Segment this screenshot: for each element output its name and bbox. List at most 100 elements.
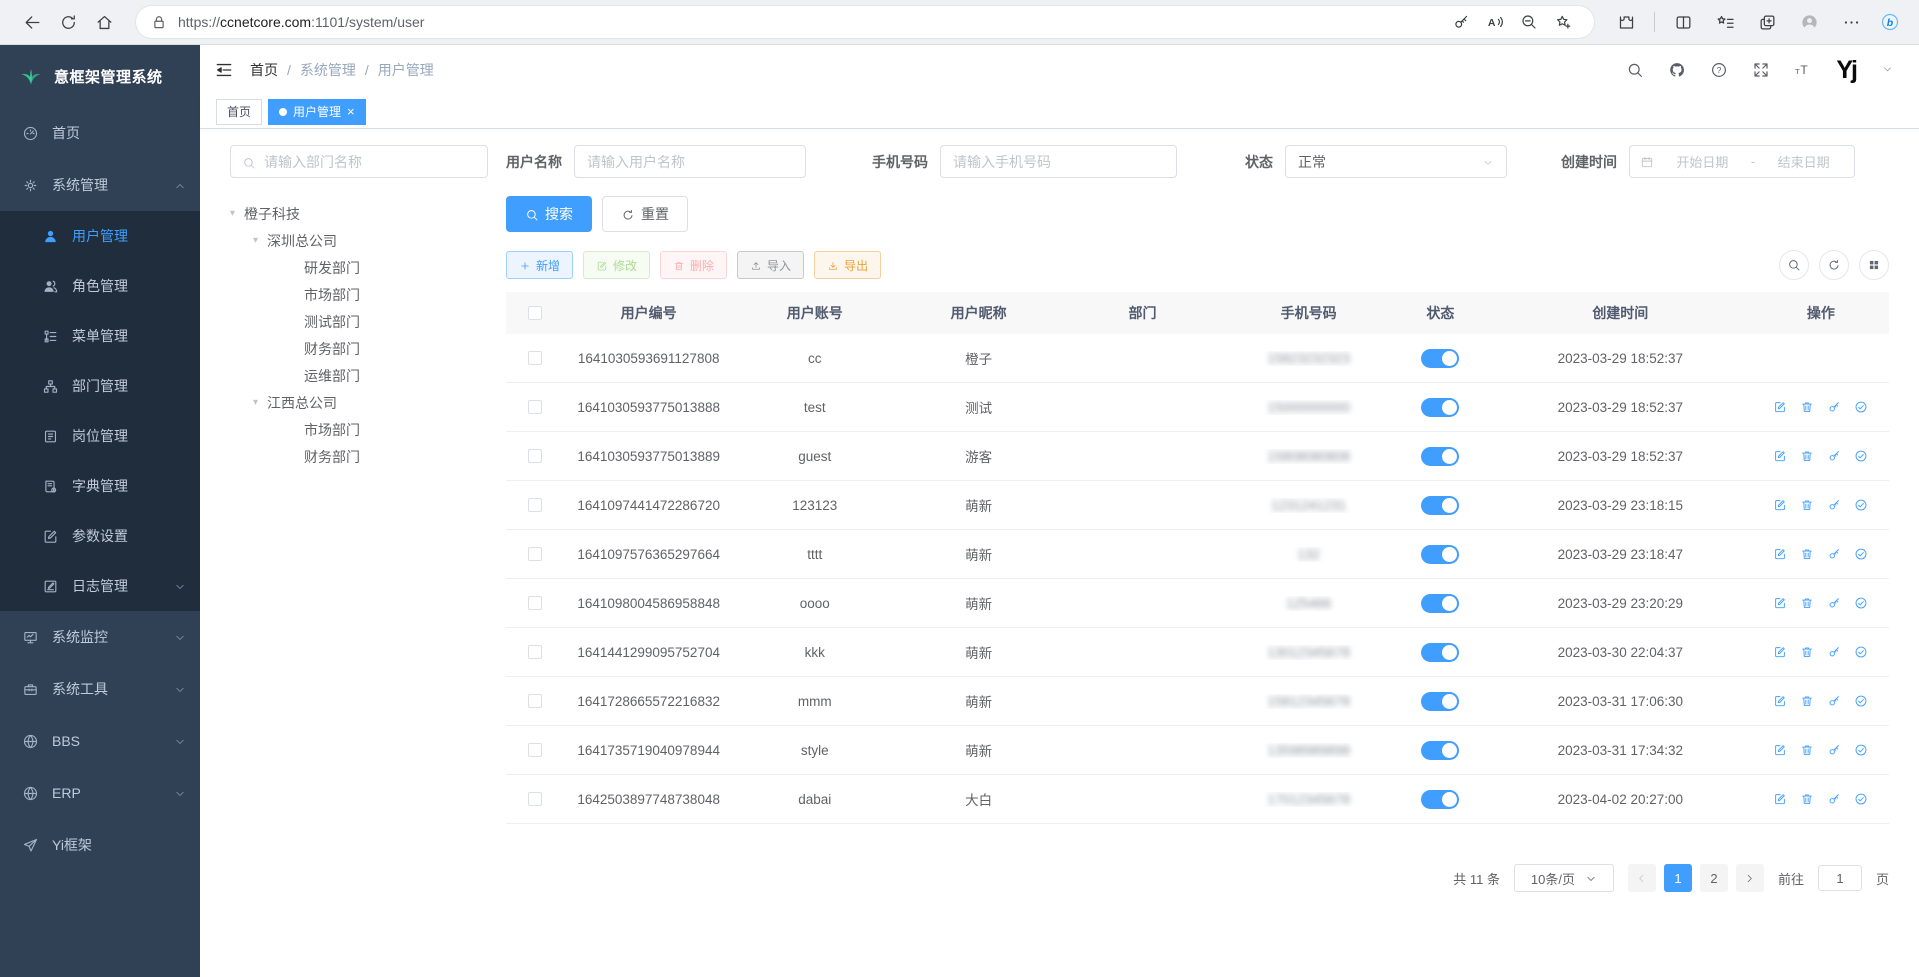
edit-button[interactable]: 修改 — [583, 251, 650, 279]
delete-icon[interactable] — [1800, 547, 1814, 561]
caret-down-icon[interactable]: ▾ — [230, 208, 244, 219]
sidebar-item-system-monitor[interactable]: 系统监控 — [0, 611, 200, 663]
column-header-check[interactable] — [506, 306, 564, 320]
github-icon[interactable] — [1668, 61, 1686, 79]
date-range-picker[interactable]: 开始日期 - 结束日期 — [1629, 145, 1855, 178]
assign-role-icon[interactable] — [1854, 498, 1868, 512]
page-size-select[interactable]: 10条/页 — [1514, 864, 1614, 892]
delete-icon[interactable] — [1800, 694, 1814, 708]
row-checkbox[interactable] — [528, 645, 542, 659]
tree-node[interactable]: 运维部门 — [230, 362, 488, 389]
row-checkbox[interactable] — [528, 596, 542, 610]
row-checkbox[interactable] — [528, 351, 542, 365]
page-button-2[interactable]: 2 — [1700, 864, 1728, 892]
edit-icon[interactable] — [1773, 743, 1787, 757]
status-toggle[interactable] — [1421, 594, 1459, 613]
delete-icon[interactable] — [1800, 449, 1814, 463]
row-checkbox[interactable] — [528, 694, 542, 708]
read-aloud-icon[interactable]: A — [1478, 7, 1512, 37]
tree-node[interactable]: ▾江西总公司 — [230, 389, 488, 416]
edit-icon[interactable] — [1773, 449, 1787, 463]
delete-icon[interactable] — [1800, 645, 1814, 659]
sidebar-item-home[interactable]: 首页 — [0, 107, 200, 159]
import-button[interactable]: 导入 — [737, 251, 804, 279]
sidebar-item-erp[interactable]: ERP — [0, 767, 200, 819]
breadcrumb-home[interactable]: 首页 — [250, 60, 278, 80]
close-icon[interactable]: × — [347, 105, 355, 118]
collections-icon[interactable] — [1707, 5, 1743, 39]
export-button[interactable]: 导出 — [814, 251, 881, 279]
app-logo[interactable]: 意框架管理系统 — [0, 45, 200, 107]
status-toggle[interactable] — [1421, 545, 1459, 564]
show-search-toggle-button[interactable] — [1779, 250, 1809, 280]
reset-button[interactable]: 重置 — [602, 196, 688, 232]
username-input[interactable] — [574, 145, 806, 178]
status-toggle[interactable] — [1421, 496, 1459, 515]
sidebar-item-dept-mgmt[interactable]: 部门管理 — [0, 361, 200, 411]
edit-icon[interactable] — [1773, 498, 1787, 512]
row-checkbox[interactable] — [528, 498, 542, 512]
status-select[interactable]: 正常 — [1285, 145, 1507, 178]
chevron-down-icon[interactable] — [1882, 61, 1893, 79]
delete-icon[interactable] — [1800, 498, 1814, 512]
caret-down-icon[interactable]: ▾ — [253, 235, 267, 246]
delete-icon[interactable] — [1800, 743, 1814, 757]
tree-node[interactable]: 市场部门 — [230, 416, 488, 443]
sidebar-item-param-settings[interactable]: 参数设置 — [0, 511, 200, 561]
tree-node[interactable]: 研发部门 — [230, 254, 488, 281]
row-checkbox[interactable] — [528, 743, 542, 757]
split-screen-icon[interactable] — [1665, 5, 1701, 39]
status-toggle[interactable] — [1421, 643, 1459, 662]
assign-role-icon[interactable] — [1854, 645, 1868, 659]
help-icon[interactable]: ? — [1710, 61, 1728, 79]
browser-reload-button[interactable] — [50, 5, 86, 39]
tree-node[interactable]: 测试部门 — [230, 308, 488, 335]
tree-node[interactable]: ▾深圳总公司 — [230, 227, 488, 254]
assign-role-icon[interactable] — [1854, 792, 1868, 806]
edit-icon[interactable] — [1773, 645, 1787, 659]
status-toggle[interactable] — [1421, 741, 1459, 760]
select-all-checkbox[interactable] — [528, 306, 542, 320]
sidebar-item-bbs[interactable]: BBS — [0, 715, 200, 767]
status-toggle[interactable] — [1421, 398, 1459, 417]
tree-node[interactable]: 财务部门 — [230, 335, 488, 362]
user-avatar-logo[interactable]: Yj — [1836, 58, 1856, 83]
breadcrumb-system[interactable]: 系统管理 — [300, 60, 356, 80]
tree-node[interactable]: 财务部门 — [230, 443, 488, 470]
browser-back-button[interactable] — [14, 5, 50, 39]
delete-icon[interactable] — [1800, 596, 1814, 610]
bing-chat-icon[interactable]: b — [1875, 7, 1905, 37]
sidebar-fold-icon[interactable] — [214, 60, 234, 80]
more-menu-icon[interactable] — [1833, 5, 1869, 39]
reset-password-icon[interactable] — [1827, 547, 1841, 561]
tree-node[interactable]: 市场部门 — [230, 281, 488, 308]
search-button[interactable]: 搜索 — [506, 196, 592, 232]
reset-password-icon[interactable] — [1827, 792, 1841, 806]
phone-input[interactable] — [940, 145, 1177, 178]
status-toggle[interactable] — [1421, 447, 1459, 466]
edit-icon[interactable] — [1773, 400, 1787, 414]
reset-password-icon[interactable] — [1827, 743, 1841, 757]
extensions-icon[interactable] — [1608, 5, 1644, 39]
address-bar[interactable]: https://ccnetcore.com:1101/system/user A — [136, 6, 1594, 38]
row-checkbox[interactable] — [528, 547, 542, 561]
prev-page-button[interactable] — [1628, 864, 1656, 892]
assign-role-icon[interactable] — [1854, 743, 1868, 757]
status-toggle[interactable] — [1421, 692, 1459, 711]
sidebar-item-dict-mgmt[interactable]: 字典管理 — [0, 461, 200, 511]
goto-page-input[interactable] — [1818, 865, 1862, 891]
row-checkbox[interactable] — [528, 449, 542, 463]
reset-password-icon[interactable] — [1827, 596, 1841, 610]
sidebar-item-system-tools[interactable]: 系统工具 — [0, 663, 200, 715]
reset-password-icon[interactable] — [1827, 449, 1841, 463]
favorite-add-icon[interactable] — [1546, 7, 1580, 37]
sidebar-item-yi-framework[interactable]: Yi框架 — [0, 819, 200, 871]
browser-home-button[interactable] — [86, 5, 122, 39]
status-toggle[interactable] — [1421, 349, 1459, 368]
fullscreen-icon[interactable] — [1752, 61, 1770, 79]
font-size-icon[interactable]: TT — [1794, 61, 1812, 79]
assign-role-icon[interactable] — [1854, 449, 1868, 463]
sidebar-item-log-mgmt[interactable]: 日志管理 — [0, 561, 200, 611]
reset-password-icon[interactable] — [1827, 498, 1841, 512]
profile-avatar[interactable] — [1791, 5, 1827, 39]
